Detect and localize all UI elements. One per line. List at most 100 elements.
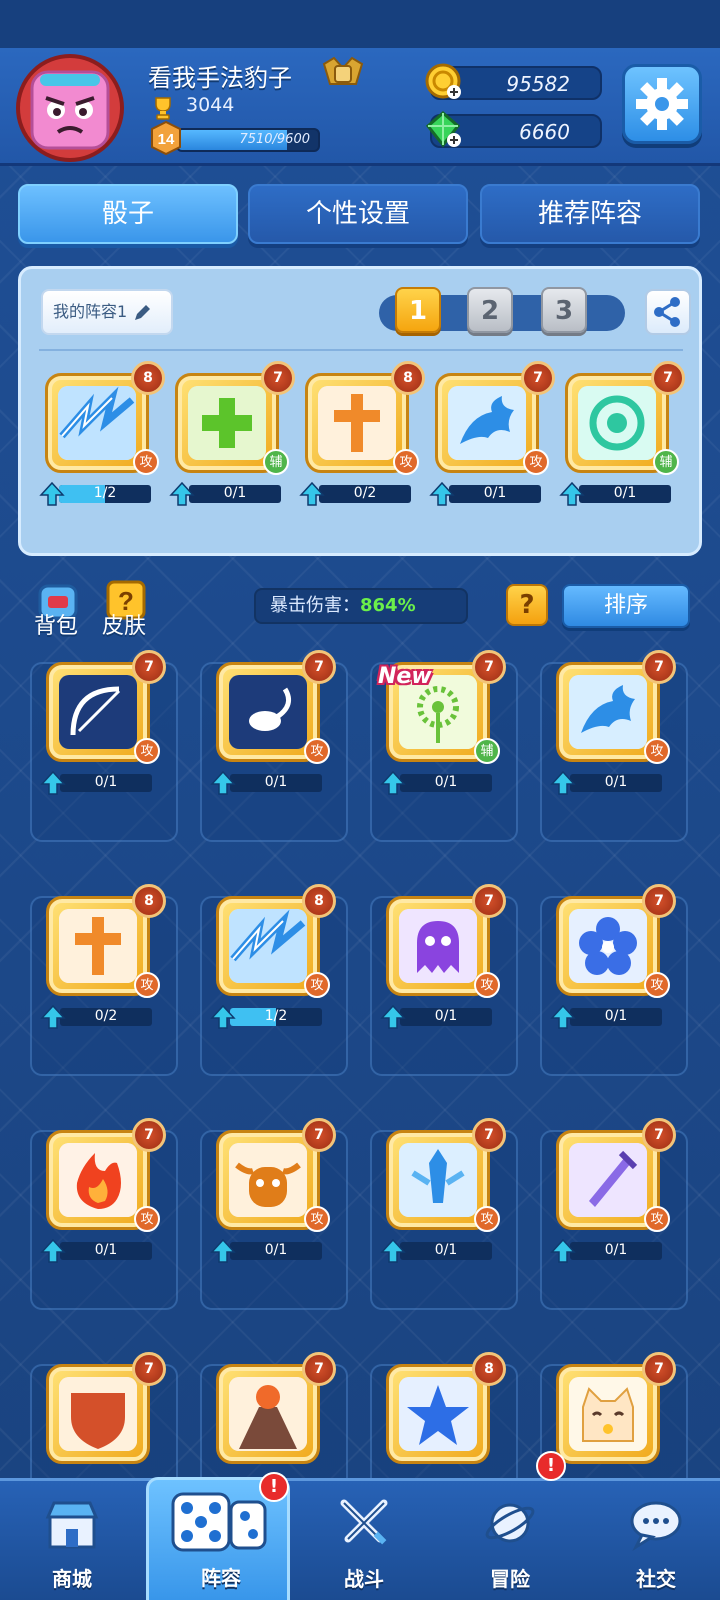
- nav-battle-label: 战斗: [344, 1567, 384, 1591]
- xp-bar: 7510/9600: [176, 128, 320, 152]
- dice-role-badge: 攻: [134, 738, 160, 764]
- chat-icon: [630, 1501, 682, 1551]
- upgrade-progress: 0/2: [40, 1004, 152, 1029]
- dice-level-badge: 7: [132, 1352, 166, 1386]
- dice-role-badge: 攻: [644, 1206, 670, 1232]
- volcano-icon: [229, 1377, 307, 1451]
- deck-name-button[interactable]: 我的阵容1: [41, 289, 173, 335]
- trophy-icon: [155, 97, 171, 120]
- holy-cross-icon: [318, 386, 396, 460]
- upgrade-progress: 0/1: [550, 770, 662, 795]
- collection-dice-card[interactable]: 7 攻 0/1: [208, 648, 338, 798]
- ghost-icon: [399, 909, 477, 983]
- dice-role-badge: 攻: [474, 1206, 500, 1232]
- skin-label[interactable]: 皮肤: [102, 608, 146, 640]
- backpack-label[interactable]: 背包: [34, 608, 78, 640]
- tab-bar: 骰子 个性设置 推荐阵容: [18, 184, 702, 246]
- star-icon: [399, 1377, 477, 1451]
- dice-level-badge: 7: [132, 1118, 166, 1152]
- dragon-icon: [569, 675, 647, 749]
- collection-dice-card[interactable]: 7 攻 0/1: [38, 648, 168, 798]
- dice-level-badge: 7: [642, 650, 676, 684]
- flower-icon: [569, 909, 647, 983]
- dice-level-badge: 7: [472, 650, 506, 684]
- upgrade-progress: 0/1: [40, 770, 152, 795]
- deck-slot-2-button[interactable]: 2: [467, 287, 513, 333]
- player-name: 看我手法豹子: [148, 64, 292, 92]
- collection-dice-card[interactable]: 7 攻 0/1: [208, 1116, 338, 1266]
- help-button[interactable]: ?: [506, 584, 548, 626]
- settings-button[interactable]: [622, 64, 702, 144]
- dice-level-badge: 7: [302, 1352, 336, 1386]
- player-header: 看我手法豹子 3044 7510/9600 14 95582 6660: [0, 48, 720, 166]
- level-number: 14: [158, 131, 175, 148]
- upgrade-progress: 1/2: [39, 481, 151, 506]
- deck-dice-card[interactable]: 7 辅 0/1: [557, 359, 687, 509]
- gold-coin-add-icon[interactable]: [424, 62, 462, 100]
- upgrade-progress: 0/1: [210, 770, 322, 795]
- dice-role-badge: 辅: [263, 449, 289, 475]
- bow-icon: [59, 675, 137, 749]
- nav-shop[interactable]: 商城: [0, 1481, 144, 1600]
- upgrade-progress: 0/1: [380, 1238, 492, 1263]
- lightning-icon: [58, 386, 136, 460]
- collection-dice-card[interactable]: 7 攻 0/1: [548, 648, 678, 798]
- upgrade-progress-text: 0/1: [604, 774, 628, 790]
- dice-level-badge: 7: [472, 884, 506, 918]
- upgrade-progress-text: 0/1: [94, 774, 118, 790]
- dice-role-badge: 攻: [644, 738, 670, 764]
- upgrade-progress: 0/2: [299, 481, 411, 506]
- collection-dice-card[interactable]: 7 攻 0/1: [378, 1116, 508, 1266]
- nav-lineup[interactable]: 阵容 !: [146, 1472, 290, 1600]
- upgrade-progress-text: 0/2: [353, 485, 377, 501]
- deck-slot-1-button[interactable]: 1: [395, 287, 441, 333]
- gem-value: 6660: [519, 120, 570, 144]
- collection-dice-card[interactable]: 8 攻 0/2: [38, 882, 168, 1032]
- share-icon: [654, 297, 680, 327]
- deck-slot-3-button[interactable]: 3: [541, 287, 587, 333]
- deck-dice-card[interactable]: 8 攻 1/2: [37, 359, 167, 509]
- share-button[interactable]: [645, 289, 691, 335]
- rank-badge-icon[interactable]: [322, 54, 364, 92]
- tab-dice[interactable]: 骰子: [18, 184, 238, 244]
- upgrade-progress-text: 0/1: [264, 1242, 288, 1258]
- tab-personalize[interactable]: 个性设置: [248, 184, 468, 244]
- nav-social-label: 社交: [636, 1567, 676, 1591]
- dice-level-badge: 7: [472, 1118, 506, 1152]
- player-avatar[interactable]: [10, 52, 130, 164]
- deck-dice-card[interactable]: 8 攻 0/2: [297, 359, 427, 509]
- sort-button[interactable]: 排序: [562, 584, 690, 628]
- upgrade-progress-text: 0/1: [613, 485, 637, 501]
- nav-battle[interactable]: 战斗: [292, 1481, 436, 1600]
- shop-icon: [45, 1501, 99, 1549]
- edit-pencil-icon: [135, 304, 151, 320]
- collection-dice-card[interactable]: 7 攻 0/1: [38, 1116, 168, 1266]
- nav-social[interactable]: 社交: [584, 1481, 720, 1600]
- bottom-nav: 商城 阵容 ! 战斗 冒险 ! 社交: [0, 1451, 720, 1600]
- gear-icon: [636, 78, 688, 130]
- deck-dice-card[interactable]: 7 辅 0/1: [167, 359, 297, 509]
- deck-panel: 我的阵容1 1 2 3 8 攻 1/2 7 辅 0/1 8 攻 0/2 7 攻 0/1 7 辅 0/1: [18, 266, 702, 556]
- collection-dice-card[interactable]: 7 攻 0/1: [378, 882, 508, 1032]
- upgrade-progress-text: 0/1: [604, 1008, 628, 1024]
- collection-dice-card[interactable]: 8 攻 1/2: [208, 882, 338, 1032]
- upgrade-progress-text: 0/1: [604, 1242, 628, 1258]
- deck-name-label: 我的阵容1: [53, 302, 128, 321]
- upgrade-progress: 0/1: [559, 481, 671, 506]
- upgrade-progress: 0/1: [429, 481, 541, 506]
- dice-role-badge: 攻: [644, 972, 670, 998]
- upgrade-progress-text: 0/1: [434, 774, 458, 790]
- deck-dice-card[interactable]: 7 攻 0/1: [427, 359, 557, 509]
- status-bar: [0, 0, 720, 48]
- fire-icon: [59, 1143, 137, 1217]
- upgrade-progress-text: 0/2: [94, 1008, 118, 1024]
- tab-recommended-lineup[interactable]: 推荐阵容: [480, 184, 700, 244]
- gem-add-icon[interactable]: [424, 110, 462, 148]
- dice-level-badge: 7: [642, 1118, 676, 1152]
- ice-sword-icon: [399, 1143, 477, 1217]
- nav-adventure[interactable]: 冒险 !: [438, 1451, 582, 1600]
- deck-divider: [39, 349, 683, 351]
- collection-dice-card[interactable]: 7 攻 0/1: [548, 1116, 678, 1266]
- dice-level-badge: 7: [302, 650, 336, 684]
- collection-dice-card[interactable]: 7 攻 0/1: [548, 882, 678, 1032]
